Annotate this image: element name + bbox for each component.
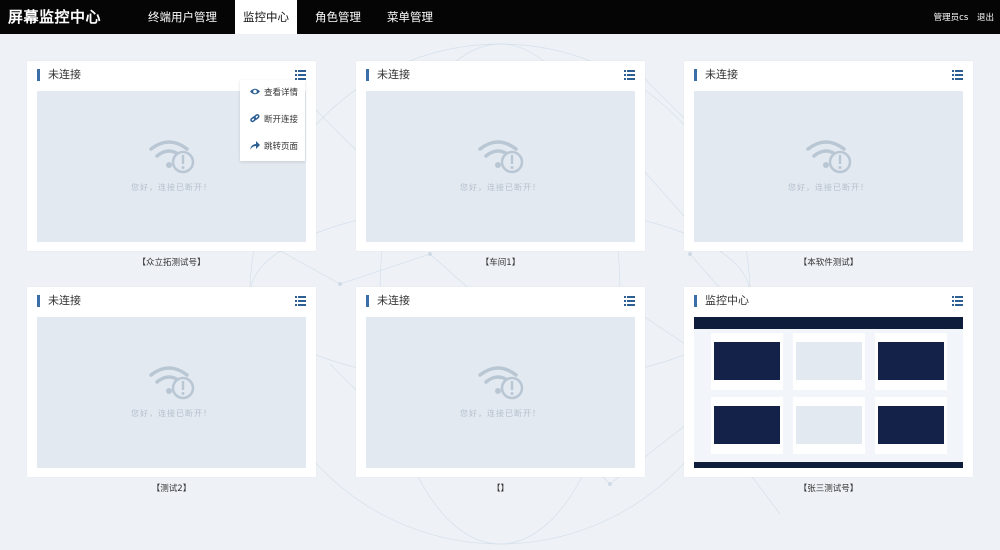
menu-icon[interactable] [624,296,635,306]
screen-preview-disconnected: 您好，连接已断开！ [37,317,306,468]
thumbnail-card [875,333,947,390]
disconnected-message: 您好，连接已断开！ [131,183,212,192]
thumbnail-card [711,397,783,454]
card-title: 未连接 [366,69,410,81]
menu-icon[interactable] [624,70,635,80]
wifi-disconnected-icon [478,366,524,400]
disconnect-label: 断开连接 [264,115,299,125]
card-caption: 【测试2】 [151,484,192,494]
thumbnail-topbar [694,317,963,329]
eye-icon [250,88,260,95]
nav-terminal-user-management[interactable]: 终端用户管理 [140,0,225,34]
app-title: 屏幕监控中心 [8,8,102,26]
disconnected-message: 您好，连接已断开！ [131,409,212,418]
thumbnail-card [875,397,947,454]
card-action-dropdown: 查看详情 断开连接 跳转页面 [240,80,305,161]
card-title: 未连接 [694,69,738,81]
monitor-card: 监控中心 [684,287,973,477]
card-title: 未连接 [366,295,410,307]
monitor-card: 未连接 您好，连接已断开！ [27,287,316,477]
view-details-menu-item[interactable]: 查看详情 [240,80,305,107]
nav-role-management[interactable]: 角色管理 [307,0,369,34]
jump-page-menu-item[interactable]: 跳转页面 [240,134,305,161]
link-icon [250,114,260,123]
disconnect-menu-item[interactable]: 断开连接 [240,107,305,134]
thumbnail-card [793,333,865,390]
card-caption: 【众立拓测试号】 [137,258,206,268]
view-details-label: 查看详情 [264,88,299,98]
card-caption: 【张三测试号】 [798,484,859,494]
menu-icon[interactable] [295,296,306,306]
menu-icon[interactable] [952,296,963,306]
live-screen-thumbnail[interactable] [694,317,963,468]
disconnected-message: 您好，连接已断开！ [460,409,541,418]
screen-preview-disconnected: 您好，连接已断开！ [366,91,635,242]
nav-menu-management[interactable]: 菜单管理 [379,0,441,34]
disconnected-message: 您好，连接已断开！ [460,183,541,192]
user-area: 管理员cs 退出 [928,0,994,34]
nav-monitoring-center[interactable]: 监控中心 [235,0,297,34]
logout-link[interactable]: 退出 [977,13,994,23]
disconnected-message: 您好，连接已断开！ [788,183,869,192]
thumbnail-footer [694,462,963,468]
wifi-disconnected-icon [478,140,524,174]
share-icon [250,141,260,150]
top-navigation-bar: 屏幕监控中心 终端用户管理 监控中心 角色管理 菜单管理 管理员cs 退出 [0,0,1000,34]
jump-page-label: 跳转页面 [264,142,299,152]
card-title: 监控中心 [694,295,749,307]
screen-preview-disconnected: 您好，连接已断开！ [694,91,963,242]
card-caption: 【】 [491,484,509,494]
monitor-card: 未连接 您好，连接已断开！ [356,61,645,251]
card-caption: 【本软件测试】 [798,258,859,268]
wifi-disconnected-icon [149,140,195,174]
main-nav: 终端用户管理 监控中心 角色管理 菜单管理 [140,0,451,34]
monitor-card: 未连接 您好，连接已断开！ [356,287,645,477]
thumbnail-card [793,397,865,454]
card-title: 未连接 [37,69,81,81]
card-title: 未连接 [37,295,81,307]
menu-icon[interactable] [295,70,306,80]
card-caption: 【车间1】 [480,258,521,268]
monitor-card: 未连接 您好，连接已断开！ [684,61,973,251]
screen-preview-disconnected: 您好，连接已断开！ [366,317,635,468]
wifi-disconnected-icon [806,140,852,174]
thumbnail-card [711,333,783,390]
menu-icon[interactable] [952,70,963,80]
wifi-disconnected-icon [149,366,195,400]
current-user[interactable]: 管理员cs [934,13,969,23]
